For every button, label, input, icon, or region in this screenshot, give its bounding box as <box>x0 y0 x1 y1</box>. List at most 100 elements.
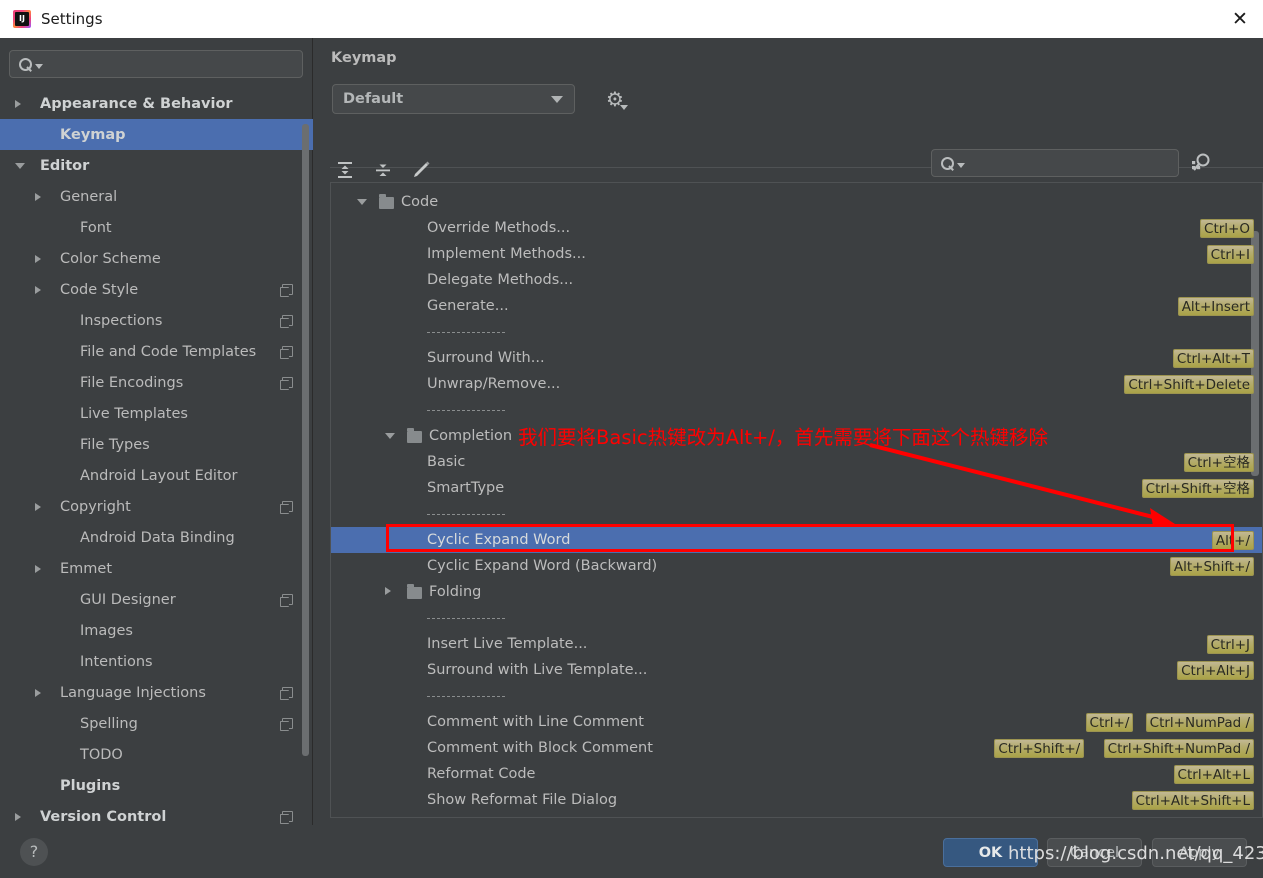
chevron-right-icon[interactable] <box>35 254 41 263</box>
shortcut-badge[interactable]: Ctrl+Shift+空格 <box>1141 478 1254 498</box>
chevron-right-icon[interactable] <box>385 587 391 595</box>
sidebar-item-spelling[interactable]: Spelling <box>0 708 313 739</box>
sidebar-item-color-scheme[interactable]: Color Scheme <box>0 243 313 274</box>
tree-row-label: Code <box>401 194 439 210</box>
tree-row-surround-with-live-template[interactable]: Surround with Live Template... Ctrl+Alt+J <box>331 657 1262 683</box>
sidebar-item-android-data-binding[interactable]: Android Data Binding <box>0 522 313 553</box>
sidebar-item-todo[interactable]: TODO <box>0 739 313 770</box>
chevron-down-icon[interactable] <box>35 63 43 69</box>
sidebar-item-file-types[interactable]: File Types <box>0 429 313 460</box>
shortcut-badge[interactable]: Ctrl+空格 <box>1183 452 1254 472</box>
shortcut-badge[interactable]: Ctrl+Alt+L <box>1173 764 1254 784</box>
tree-row-reformat-code[interactable]: Reformat Code Ctrl+Alt+L <box>331 761 1262 787</box>
copy-settings-icon[interactable] <box>280 284 293 297</box>
tree-row-cyclic-expand-word-backward[interactable]: Cyclic Expand Word (Backward) Alt+Shift+/ <box>331 553 1262 579</box>
sidebar-item-images[interactable]: Images <box>0 615 313 646</box>
chevron-right-icon[interactable] <box>35 564 41 573</box>
copy-settings-icon[interactable] <box>280 718 293 731</box>
sidebar-item-label: File Encodings <box>80 374 184 391</box>
keymap-select[interactable]: Default <box>332 84 575 114</box>
sidebar-item-emmet[interactable]: Emmet <box>0 553 313 584</box>
shortcut-badge[interactable]: Ctrl+NumPad / <box>1145 712 1254 732</box>
sidebar-item-label: GUI Designer <box>80 591 176 608</box>
tree-row-generate[interactable]: Generate... Alt+Insert <box>331 293 1262 319</box>
help-icon[interactable]: ? <box>20 838 48 866</box>
chevron-down-icon[interactable] <box>385 433 395 439</box>
tree-row-show-reformat-file-dialog[interactable]: Show Reformat File Dialog Ctrl+Alt+Shift+… <box>331 787 1262 813</box>
shortcut-badge[interactable]: Ctrl+J <box>1206 634 1254 654</box>
shortcut-badge[interactable]: Ctrl+Alt+J <box>1177 660 1254 680</box>
tree-row-code[interactable]: Code <box>331 189 1262 215</box>
sidebar-item-label: Editor <box>40 157 90 174</box>
copy-settings-icon[interactable] <box>280 501 293 514</box>
tree-row-unwrap-remove[interactable]: Unwrap/Remove... Ctrl+Shift+Delete <box>331 371 1262 397</box>
copy-settings-icon[interactable] <box>280 377 293 390</box>
tree-row-basic[interactable]: Basic Ctrl+空格 <box>331 449 1262 475</box>
gear-icon[interactable]: ⚙ <box>604 88 628 110</box>
sidebar-item-appearance-behavior[interactable]: Appearance & Behavior <box>0 88 313 119</box>
keymap-search-input[interactable] <box>931 149 1179 177</box>
sidebar-item-file-and-code-templates[interactable]: File and Code Templates <box>0 336 313 367</box>
tree-row-comment-with-line-comment[interactable]: Comment with Line Comment Ctrl+NumPad / Ct… <box>331 709 1262 735</box>
shortcut-badge[interactable]: Ctrl+Shift+/ <box>994 738 1085 758</box>
chevron-right-icon[interactable] <box>35 285 41 294</box>
sidebar-item-plugins[interactable]: Plugins <box>0 770 313 801</box>
shortcut-badge[interactable]: Ctrl+I <box>1206 244 1254 264</box>
sidebar-item-general[interactable]: General <box>0 181 313 212</box>
shortcut-badge[interactable]: Ctrl+O <box>1200 218 1254 238</box>
chevron-right-icon[interactable] <box>15 99 21 108</box>
chevron-down-icon[interactable] <box>357 199 367 205</box>
separator-line <box>427 332 505 333</box>
sidebar-item-file-encodings[interactable]: File Encodings <box>0 367 313 398</box>
chevron-right-icon[interactable] <box>35 192 41 201</box>
copy-settings-icon[interactable] <box>280 811 293 824</box>
tree-row-label: Unwrap/Remove... <box>427 376 561 392</box>
edit-pencil-icon[interactable] <box>410 159 432 181</box>
tree-row-cyclic-expand-word[interactable]: Cyclic Expand Word Alt+/ <box>331 527 1262 553</box>
shortcut-badge[interactable]: Ctrl+Alt+Shift+L <box>1131 790 1254 810</box>
chevron-down-icon[interactable] <box>15 162 25 169</box>
sidebar-item-live-templates[interactable]: Live Templates <box>0 398 313 429</box>
sidebar-item-copyright[interactable]: Copyright <box>0 491 313 522</box>
tree-row-label: Completion <box>429 428 513 444</box>
sidebar-item-editor[interactable]: Editor <box>0 150 313 181</box>
sidebar-item-android-layout-editor[interactable]: Android Layout Editor <box>0 460 313 491</box>
chevron-right-icon[interactable] <box>35 688 41 697</box>
sidebar-item-language-injections[interactable]: Language Injections <box>0 677 313 708</box>
expand-all-icon[interactable] <box>334 159 356 181</box>
chevron-right-icon[interactable] <box>15 812 21 821</box>
tree-row-folding[interactable]: Folding <box>331 579 1262 605</box>
close-icon[interactable]: ✕ <box>1217 0 1263 38</box>
chevron-down-icon[interactable] <box>957 162 965 168</box>
sidebar-item-intentions[interactable]: Intentions <box>0 646 313 677</box>
tree-row-smarttype[interactable]: SmartType Ctrl+Shift+空格 <box>331 475 1262 501</box>
find-by-shortcut-icon[interactable] <box>1189 150 1213 176</box>
shortcut-badge[interactable]: Alt+/ <box>1211 530 1254 550</box>
shortcut-badge[interactable]: Alt+Insert <box>1177 296 1254 316</box>
tree-row-surround-with[interactable]: Surround With... Ctrl+Alt+T <box>331 345 1262 371</box>
copy-settings-icon[interactable] <box>280 346 293 359</box>
tree-row-comment-with-block-comment[interactable]: Comment with Block Comment Ctrl+Shift+Num… <box>331 735 1262 761</box>
tree-row-insert-live-template[interactable]: Insert Live Template... Ctrl+J <box>331 631 1262 657</box>
shortcut-badge[interactable]: Ctrl+Shift+NumPad / <box>1103 738 1254 758</box>
shortcut-badge[interactable]: Ctrl+/ <box>1085 712 1134 732</box>
copy-settings-icon[interactable] <box>280 315 293 328</box>
shortcut-badge[interactable]: Alt+Shift+/ <box>1169 556 1254 576</box>
tree-row-override-methods[interactable]: Override Methods... Ctrl+O <box>331 215 1262 241</box>
sidebar-search-input[interactable] <box>9 50 303 78</box>
sidebar-item-code-style[interactable]: Code Style <box>0 274 313 305</box>
tree-row-delegate-methods[interactable]: Delegate Methods... <box>331 267 1262 293</box>
sidebar-scrollbar-thumb[interactable] <box>302 124 309 756</box>
sidebar-item-inspections[interactable]: Inspections <box>0 305 313 336</box>
chevron-right-icon[interactable] <box>35 502 41 511</box>
title-bar: IJ Settings ✕ <box>0 0 1263 38</box>
collapse-all-icon[interactable] <box>372 159 394 181</box>
shortcut-badge[interactable]: Ctrl+Alt+T <box>1172 348 1254 368</box>
sidebar-item-gui-designer[interactable]: GUI Designer <box>0 584 313 615</box>
copy-settings-icon[interactable] <box>280 594 293 607</box>
copy-settings-icon[interactable] <box>280 687 293 700</box>
shortcut-badge[interactable]: Ctrl+Shift+Delete <box>1124 374 1254 394</box>
sidebar-item-font[interactable]: Font <box>0 212 313 243</box>
tree-row-implement-methods[interactable]: Implement Methods... Ctrl+I <box>331 241 1262 267</box>
sidebar-item-keymap[interactable]: Keymap <box>0 119 313 150</box>
